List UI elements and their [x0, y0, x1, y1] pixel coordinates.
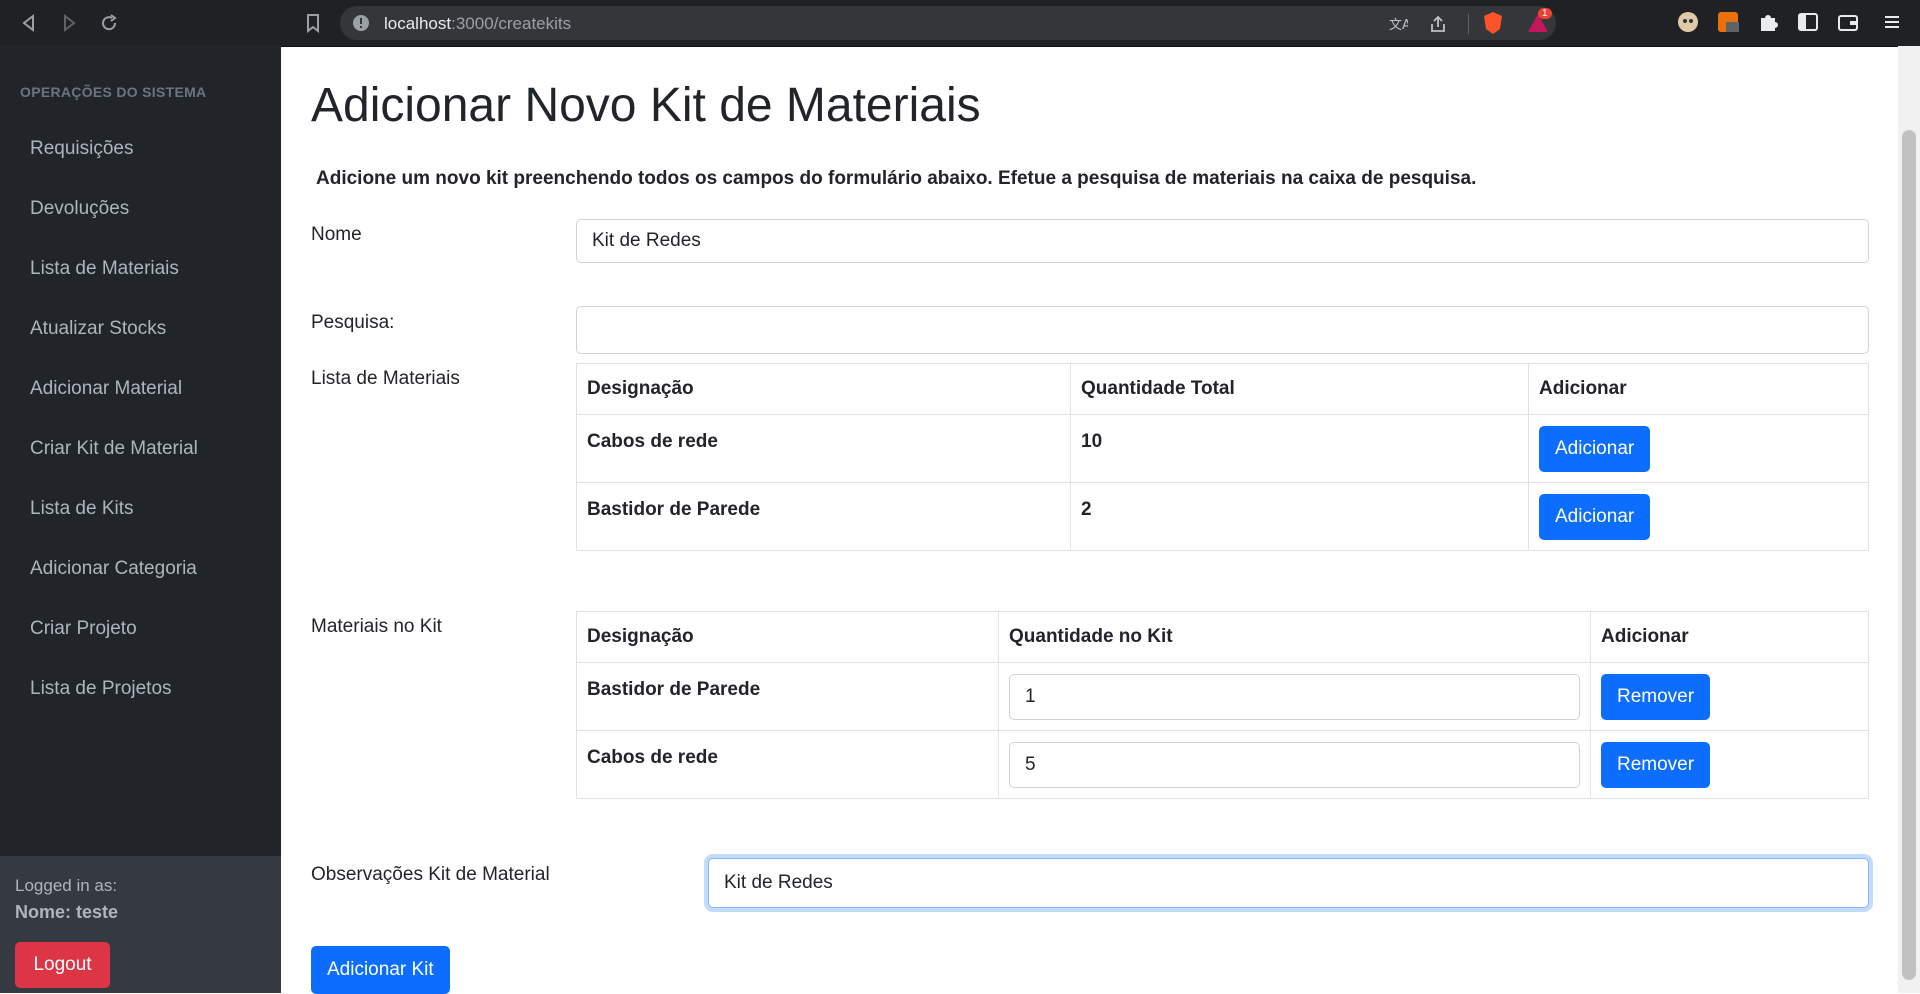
- kit-material-name: Bastidor de Parede: [576, 662, 999, 731]
- scrollbar-thumb[interactable]: [1902, 130, 1916, 980]
- add-material-button[interactable]: Adicionar: [1539, 425, 1651, 472]
- main-content: Adicionar Novo Kit de Materiais Adicione…: [281, 46, 1898, 994]
- table-header-row: Designação Quantidade no Kit Adicionar: [576, 611, 1869, 663]
- url-text: localhost:3000/createkits: [384, 14, 571, 34]
- column-header-quantidade-total: Quantidade Total: [1070, 363, 1529, 415]
- share-icon[interactable]: [1428, 14, 1448, 34]
- material-name: Cabos de rede: [576, 414, 1071, 483]
- url-host: localhost: [384, 14, 452, 33]
- sidebar-item-criar-kit[interactable]: Criar Kit de Material: [30, 438, 198, 460]
- sidebar-heading: OPERAÇÕES DO SISTEMA: [20, 84, 207, 100]
- table-header-row: Designação Quantidade Total Adicionar: [576, 363, 1869, 415]
- sidebar-item-requisicoes[interactable]: Requisições: [30, 138, 134, 160]
- sidebar: OPERAÇÕES DO SISTEMA Requisições Devoluç…: [0, 46, 281, 993]
- sidebar-toggle-icon[interactable]: [1796, 10, 1820, 34]
- menu-icon[interactable]: [1880, 10, 1904, 34]
- table-row: Cabos de rede 5 Remover: [576, 730, 1869, 799]
- sidebar-item-devolucoes[interactable]: Devoluções: [30, 198, 129, 220]
- page-description: Adicione um novo kit preenchendo todos o…: [316, 168, 1477, 189]
- sidebar-item-atualizar-stocks[interactable]: Atualizar Stocks: [30, 318, 166, 340]
- profile-icon[interactable]: [1676, 10, 1700, 34]
- search-input[interactable]: [576, 306, 1869, 354]
- browser-toolbar: localhost:3000/createkits 文A 1: [0, 0, 1920, 47]
- column-header-quantidade-kit: Quantidade no Kit: [998, 611, 1591, 663]
- table-row: Bastidor de Parede 2 Adicionar: [576, 482, 1869, 551]
- user-name: Nome: teste: [15, 902, 119, 922]
- rewards-badge: 1: [1538, 8, 1552, 19]
- svg-text:文A: 文A: [1389, 18, 1408, 33]
- wallet-icon[interactable]: [1836, 10, 1860, 34]
- reload-icon[interactable]: [96, 10, 122, 36]
- back-icon[interactable]: [16, 10, 42, 36]
- sidebar-footer: Logged in as: Nome: teste Logout: [0, 856, 281, 993]
- sidebar-item-adicionar-categoria[interactable]: Adicionar Categoria: [30, 558, 197, 580]
- material-name: Bastidor de Parede: [576, 482, 1071, 551]
- puzzle-icon[interactable]: [1756, 10, 1780, 34]
- add-material-button[interactable]: Adicionar: [1539, 493, 1651, 540]
- notes-label: Observações Kit de Material: [311, 864, 550, 885]
- table-row: Cabos de rede 10 Adicionar: [576, 414, 1869, 483]
- name-label: Nome: [311, 224, 362, 245]
- page-title: Adicionar Novo Kit de Materiais: [311, 79, 981, 132]
- logout-button[interactable]: Logout: [15, 942, 110, 988]
- kit-material-name: Cabos de rede: [576, 730, 999, 799]
- scrollbar[interactable]: [1898, 46, 1920, 993]
- kit-materials-label: Materiais no Kit: [311, 616, 442, 637]
- divider: [1468, 14, 1469, 34]
- extension-icon[interactable]: [1716, 10, 1740, 34]
- materials-table: Designação Quantidade Total Adicionar Ca…: [576, 363, 1869, 551]
- search-label: Pesquisa:: [311, 312, 395, 333]
- action-cell: Adicionar: [1528, 414, 1869, 483]
- quantity-cell: 1: [998, 662, 1591, 731]
- materials-label: Lista de Materiais: [311, 368, 460, 389]
- action-cell: Adicionar: [1528, 482, 1869, 551]
- kit-quantity-input[interactable]: 1: [1009, 673, 1580, 720]
- column-header-adicionar: Adicionar: [1590, 611, 1869, 663]
- action-cell: Remover: [1590, 662, 1869, 731]
- material-quantity: 2: [1070, 482, 1529, 551]
- sidebar-item-lista-materiais[interactable]: Lista de Materiais: [30, 258, 179, 280]
- column-header-adicionar: Adicionar: [1528, 363, 1869, 415]
- sidebar-item-lista-kits[interactable]: Lista de Kits: [30, 498, 134, 520]
- column-header-designacao: Designação: [576, 611, 999, 663]
- material-quantity: 10: [1070, 414, 1529, 483]
- sidebar-item-adicionar-material[interactable]: Adicionar Material: [30, 378, 182, 400]
- action-cell: Remover: [1590, 730, 1869, 799]
- brave-shield-icon[interactable]: [1482, 11, 1504, 35]
- add-kit-button[interactable]: Adicionar Kit: [311, 946, 450, 994]
- remove-material-button[interactable]: Remover: [1601, 673, 1711, 720]
- name-input[interactable]: Kit de Redes: [576, 219, 1869, 263]
- url-path: :3000/createkits: [451, 14, 572, 33]
- column-header-designacao: Designação: [576, 363, 1071, 415]
- kit-materials-table: Designação Quantidade no Kit Adicionar B…: [576, 611, 1869, 799]
- address-bar[interactable]: localhost:3000/createkits 文A 1: [340, 6, 1556, 40]
- quantity-cell: 5: [998, 730, 1591, 799]
- site-info-icon[interactable]: [352, 14, 370, 32]
- sidebar-item-lista-projetos[interactable]: Lista de Projetos: [30, 678, 172, 700]
- logged-in-label: Logged in as:: [15, 876, 118, 895]
- forward-icon[interactable]: [56, 10, 82, 36]
- table-row: Bastidor de Parede 1 Remover: [576, 662, 1869, 731]
- translate-icon[interactable]: 文A: [1388, 14, 1408, 34]
- kit-quantity-input[interactable]: 5: [1009, 741, 1580, 788]
- remove-material-button[interactable]: Remover: [1601, 741, 1711, 788]
- sidebar-item-criar-projeto[interactable]: Criar Projeto: [30, 618, 137, 640]
- notes-input[interactable]: Kit de Redes: [708, 858, 1869, 908]
- bookmark-icon[interactable]: [300, 10, 326, 36]
